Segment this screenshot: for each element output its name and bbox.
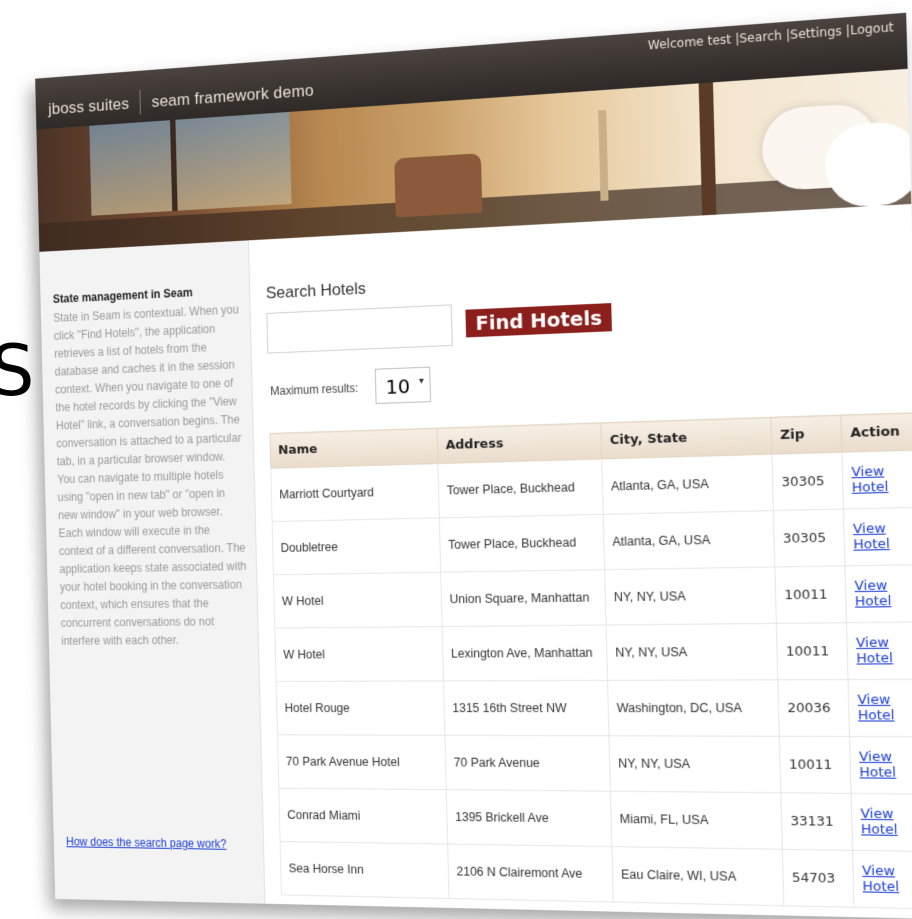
screenshot-stage: jboss suites seam framework demo Welcome … (0, 0, 912, 919)
table-row: 70 Park Avenue Hotel 70 Park Avenue NY, … (277, 734, 912, 795)
cell-action: View Hotel (848, 679, 912, 737)
banner-bed-frame (698, 82, 717, 216)
cell-action: View Hotel (852, 850, 912, 909)
cell-city-state: NY, NY, USA (606, 623, 778, 681)
cell-name: Doubletree (272, 517, 441, 575)
view-hotel-link[interactable]: View Hotel (851, 464, 888, 496)
view-hotel-link[interactable]: View Hotel (860, 806, 897, 838)
view-hotel-link[interactable]: View Hotel (854, 578, 891, 610)
cell-address: Tower Place, Buckhead (439, 514, 605, 573)
cell-address: Union Square, Manhattan (440, 569, 607, 627)
cell-city-state: Miami, FL, USA (610, 791, 783, 850)
view-hotel-link[interactable]: View Hotel (857, 692, 894, 723)
view-hotel-link[interactable]: View Hotel (859, 749, 896, 780)
col-header-city-state: City, State (600, 417, 772, 459)
top-links: Welcome test |Search |Settings |Logout (648, 20, 894, 53)
cell-zip: 30305 (773, 509, 845, 567)
main-content: Search Hotels Find Hotels Maximum result… (248, 204, 912, 919)
cell-address: 1315 16th Street NW (443, 680, 609, 736)
dropdown-arrow-icon: ▾ (418, 375, 424, 387)
cell-city-state: Washington, DC, USA (607, 679, 780, 737)
view-hotel-link[interactable]: View Hotel (856, 635, 893, 666)
cell-city-state: Atlanta, GA, USA (603, 510, 775, 570)
welcome-text: Welcome test (647, 32, 732, 53)
cell-name: Marriott Courtyard (270, 463, 440, 522)
cell-zip: 10011 (779, 736, 852, 794)
cell-address: 70 Park Avenue (444, 735, 611, 792)
cell-name: W Hotel (274, 626, 444, 682)
banner-chair (394, 153, 483, 218)
sidebar-title: State management in Seam (52, 285, 193, 306)
settings-link[interactable]: |Settings (786, 24, 842, 43)
cell-name: 70 Park Avenue Hotel (277, 734, 447, 790)
cell-action: View Hotel (846, 622, 912, 680)
view-hotel-link[interactable]: View Hotel (853, 521, 890, 553)
max-results-select[interactable]: 10 ▾ (374, 366, 432, 405)
view-hotel-link[interactable]: View Hotel (862, 863, 899, 895)
cell-zip: 20036 (777, 679, 850, 737)
cell-zip: 30305 (771, 452, 844, 511)
col-header-zip: Zip (770, 415, 842, 455)
cell-action: View Hotel (851, 793, 912, 852)
cell-city-state: Atlanta, GA, USA (601, 454, 774, 515)
table-row: W Hotel Union Square, Manhattan NY, NY, … (273, 564, 912, 629)
cell-name: Sea Horse Inn (280, 841, 450, 899)
cell-address: Lexington Ave, Manhattan (442, 625, 608, 681)
col-header-action: Action (840, 412, 912, 453)
banner-lamp (598, 109, 609, 201)
max-results-value: 10 (385, 374, 411, 399)
search-heading: Search Hotels (265, 278, 367, 303)
table-row: Hotel Rouge 1315 16th Street NW Washingt… (276, 679, 912, 737)
brand-divider (139, 89, 142, 115)
cell-city-state: NY, NY, USA (604, 566, 777, 626)
cell-action: View Hotel (844, 564, 912, 623)
browser-page: jboss suites seam framework demo Welcome … (35, 12, 912, 919)
cell-zip: 10011 (774, 565, 847, 624)
cell-name: Conrad Miami (278, 788, 448, 845)
brand-seam-demo[interactable]: seam framework demo (151, 81, 314, 111)
help-link[interactable]: How does the search page work? (66, 835, 227, 851)
banner-window (89, 111, 292, 216)
cell-zip: 10011 (776, 622, 849, 680)
cell-city-state: Eau Claire, WI, USA (611, 846, 784, 906)
cell-address: 2106 N Clairemont Ave (447, 844, 614, 903)
cell-action: View Hotel (841, 450, 912, 510)
find-hotels-button[interactable]: Find Hotels (465, 303, 613, 338)
cell-zip: 54703 (782, 849, 855, 908)
search-link[interactable]: |Search (735, 28, 782, 46)
table-row: Sea Horse Inn 2106 N Clairemont Ave Eau … (280, 841, 912, 909)
cell-address: 1395 Brickell Ave (446, 789, 612, 847)
logout-link[interactable]: |Logout (846, 20, 894, 38)
cell-address: Tower Place, Buckhead (437, 458, 604, 518)
cell-name: Hotel Rouge (276, 680, 445, 736)
sidebar: State management in Seam State in Seam i… (39, 240, 266, 908)
col-header-address: Address (437, 422, 602, 464)
cell-action: View Hotel (843, 507, 912, 566)
col-header-name: Name (269, 428, 438, 469)
max-results-label: Maximum results: (270, 381, 359, 399)
cell-city-state: NY, NY, USA (608, 735, 781, 793)
cell-name: W Hotel (273, 572, 443, 629)
hotel-search-input[interactable] (266, 304, 453, 354)
hotel-results-table: Name Address City, State Zip Action Marr… (269, 412, 912, 909)
cell-action: View Hotel (849, 736, 912, 795)
table-row: W Hotel Lexington Ave, Manhattan NY, NY,… (274, 622, 912, 682)
sidebar-description: State in Seam is contextual. When you cl… (53, 302, 247, 648)
cell-zip: 33131 (780, 792, 853, 851)
brand-jboss-suites[interactable]: jboss suites (48, 94, 129, 118)
